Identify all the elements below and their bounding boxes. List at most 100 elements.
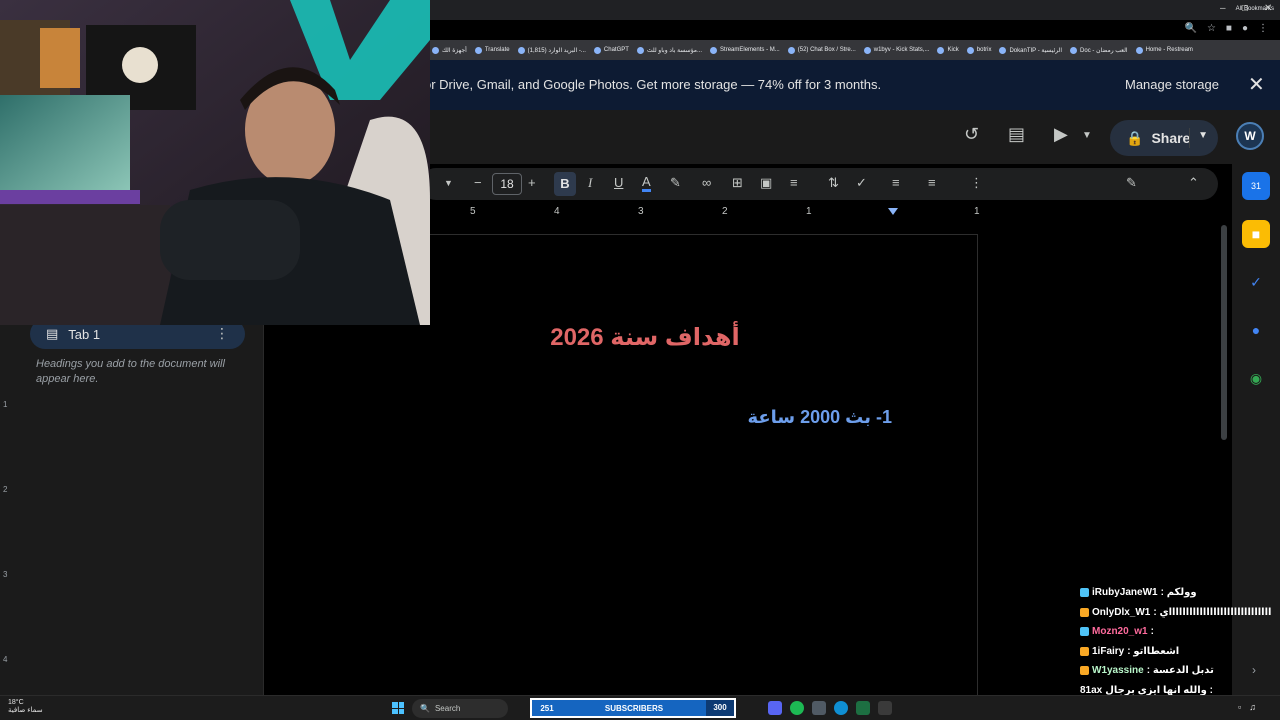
chevron-down-icon[interactable]: ▼ — [1198, 130, 1208, 141]
bookmark-item[interactable]: Doc - العب رمضان — [1070, 46, 1128, 54]
bookmark-icon — [863, 46, 871, 54]
zoom-icon[interactable]: 🔍 — [1184, 23, 1196, 34]
font-dropdown-icon[interactable]: ▼ — [444, 178, 453, 188]
chat-username[interactable]: W1yassine — [1092, 661, 1144, 681]
subscriber-label: SUBSCRIBERS — [604, 703, 664, 713]
version-history-icon[interactable]: ↺ — [964, 124, 979, 145]
terminal-icon[interactable] — [878, 701, 892, 715]
taskbar-search[interactable]: 🔍 Search — [412, 699, 508, 718]
bullet-list-icon[interactable]: ≡ — [892, 175, 900, 190]
maps-icon[interactable]: ◉ — [1242, 364, 1270, 392]
bookmark-icon — [1070, 46, 1078, 54]
document-page[interactable]: أهداف سنة 2026 1- بث 2000 ساعة — [430, 234, 978, 695]
profile-icon[interactable]: ● — [1242, 23, 1248, 34]
chat-message: 1iFairy: اشعطااتو — [1080, 642, 1276, 662]
document-title[interactable]: أهداف سنة 2026 — [430, 323, 860, 352]
horizontal-ruler[interactable]: 5 4 3 2 1 1 — [430, 205, 1220, 221]
indent-marker[interactable] — [888, 208, 898, 215]
chat-badge-icon — [1080, 607, 1089, 617]
weather-widget[interactable]: 18°C سماء صافية — [8, 699, 43, 715]
all-bookmarks-link[interactable]: All Bookmarks — [1236, 6, 1274, 12]
checklist-icon[interactable]: ✓ — [856, 175, 867, 191]
bookmark-item[interactable]: مؤسسة باد وباو للث... — [636, 46, 703, 54]
bookmark-icon — [593, 46, 601, 54]
bookmark-icon — [1135, 46, 1143, 54]
insert-image-icon[interactable]: ▣ — [760, 175, 772, 191]
bookmark-label: مؤسسة باد وباو للث... — [646, 47, 703, 54]
bold-button[interactable]: B — [554, 172, 576, 196]
italic-button[interactable]: I — [588, 175, 592, 191]
bookmark-label: (52) Chat Box / Stre... — [797, 47, 856, 53]
account-avatar[interactable]: W — [1236, 122, 1264, 150]
collapse-toolbar-icon[interactable]: ⌃ — [1188, 175, 1199, 191]
bookmark-item[interactable]: Kick — [937, 46, 959, 54]
edge-icon[interactable] — [834, 701, 848, 715]
chat-text: : تدبل الدعسة — [1146, 665, 1214, 676]
contacts-icon[interactable]: ● — [1242, 316, 1270, 344]
more-options-icon[interactable]: ⋮ — [970, 175, 983, 191]
align-icon[interactable]: ≡ — [790, 175, 798, 190]
font-size-input[interactable]: 18 — [492, 173, 522, 195]
comments-icon[interactable]: ▤ — [1008, 124, 1025, 145]
excel-icon[interactable] — [856, 701, 870, 715]
bookmark-label: DokanTIP - الرئيسية — [1009, 47, 1063, 54]
minimize-icon[interactable]: – — [1220, 3, 1226, 14]
bookmark-item[interactable]: Home - Restream — [1135, 46, 1193, 54]
bookmark-item[interactable]: Translate — [474, 46, 510, 54]
chat-username[interactable]: Mozn20_w1 — [1092, 622, 1148, 642]
chat-message: OnlyDlx_W1: اااااااااااااااااااااااااااا… — [1080, 603, 1276, 623]
keep-icon[interactable]: ■ — [1242, 220, 1270, 248]
bookmark-item[interactable]: أجهزة الك — [432, 46, 467, 54]
search-label: Search — [434, 704, 461, 713]
bookmark-label: Home - Restream — [1145, 47, 1193, 53]
star-icon[interactable]: ☆ — [1207, 23, 1216, 34]
search-icon: 🔍 — [420, 704, 430, 713]
link-icon[interactable]: ∞ — [702, 175, 711, 190]
bookmark-item[interactable]: ChatGPT — [593, 46, 629, 54]
underline-button[interactable]: U — [614, 175, 623, 190]
close-icon[interactable]: ✕ — [1248, 72, 1265, 97]
manage-storage-link[interactable]: Manage storage — [1125, 77, 1219, 92]
numbered-list-icon[interactable]: ≡ — [928, 175, 936, 190]
calendar-icon[interactable]: 31 — [1242, 172, 1270, 200]
highlight-icon[interactable]: ✎ — [670, 175, 681, 191]
outline-hint: Headings you add to the document will ap… — [36, 358, 225, 385]
bookmark-item[interactable]: (52) Chat Box / Stre... — [787, 46, 856, 54]
decrease-font-icon[interactable]: − — [474, 175, 482, 190]
volume-icon[interactable]: ♫ — [1249, 702, 1256, 712]
webcam-image — [0, 0, 430, 325]
chat-username[interactable]: OnlyDlx_W1 — [1092, 603, 1150, 623]
chevron-down-icon[interactable]: ▼ — [1082, 130, 1092, 141]
bookmark-icon — [710, 46, 718, 54]
chat-username[interactable]: iRubyJaneW1 — [1092, 583, 1158, 603]
bookmark-item[interactable]: StreamElements - M... — [710, 46, 780, 54]
banner-text: or Drive, Gmail, and Google Photos. Get … — [424, 77, 882, 92]
spotify-icon[interactable] — [790, 701, 804, 715]
share-button[interactable]: 🔒 Share ▼ — [1110, 120, 1218, 156]
tasks-icon[interactable]: ✓ — [1242, 268, 1270, 296]
bookmark-label: ChatGPT — [603, 47, 629, 53]
menu-icon[interactable]: ⋮ — [1258, 23, 1268, 34]
bookmark-item[interactable]: botrix — [966, 46, 991, 54]
editing-mode-icon[interactable]: ✎ — [1126, 175, 1137, 191]
chat-username[interactable]: 1iFairy — [1092, 642, 1124, 662]
scrollbar[interactable] — [1221, 225, 1227, 440]
meet-icon[interactable]: ▶ — [1054, 124, 1068, 145]
bookmark-item[interactable]: (1,815) البريد الوارد -... — [517, 46, 586, 54]
system-tray: ▫ ♫ — [1238, 702, 1256, 712]
line-spacing-icon[interactable]: ⇅ — [828, 175, 839, 191]
app-icon[interactable] — [812, 701, 826, 715]
increase-font-icon[interactable]: + — [528, 175, 536, 190]
more-vert-icon[interactable]: ⋮ — [215, 325, 229, 342]
goal-item-1[interactable]: 1- بث 2000 ساعة — [747, 407, 892, 428]
add-comment-icon[interactable]: ⊞ — [732, 175, 743, 191]
discord-icon[interactable] — [768, 701, 782, 715]
bookmark-label: أجهزة الك — [442, 47, 467, 54]
extension-icon[interactable]: ■ — [1226, 23, 1232, 34]
chevron-right-icon[interactable]: › — [1252, 663, 1256, 677]
network-icon[interactable]: ▫ — [1238, 702, 1241, 712]
start-button[interactable] — [392, 702, 404, 714]
bookmark-item[interactable]: w1byv - Kick Stats,... — [863, 46, 929, 54]
text-color-button[interactable]: A — [642, 175, 651, 192]
bookmark-item[interactable]: DokanTIP - الرئيسية — [999, 46, 1063, 54]
